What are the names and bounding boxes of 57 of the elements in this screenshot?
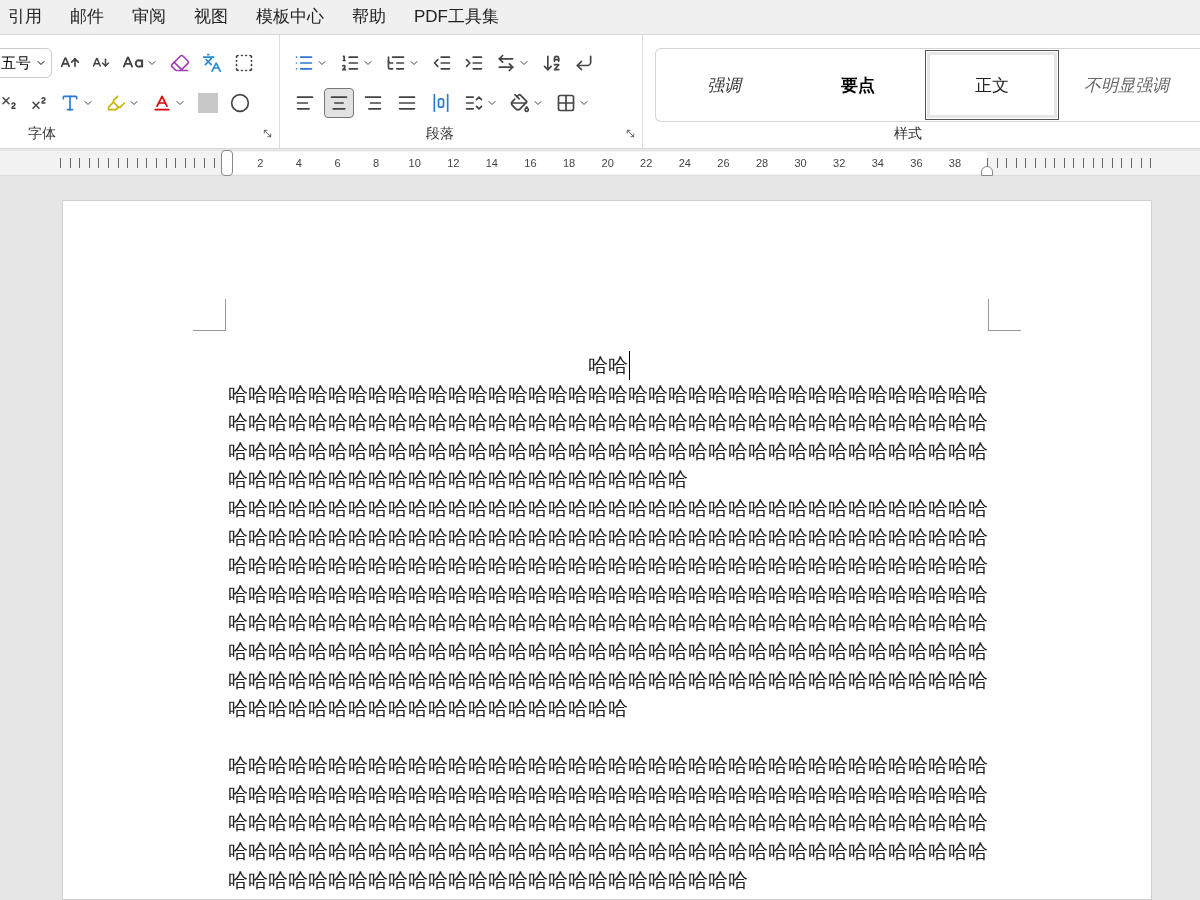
- phonetic-guide-icon: [202, 53, 222, 74]
- ruler-number: 10: [407, 155, 422, 171]
- ruler-number: 30: [793, 155, 808, 171]
- menu-tab[interactable]: 视图: [194, 4, 228, 30]
- ruler-number: 2: [256, 155, 265, 171]
- dialog-launcher-icon[interactable]: [625, 127, 636, 139]
- body-paragraph: 哈哈哈哈哈哈哈哈哈哈哈哈哈哈哈哈哈哈哈哈哈哈哈哈哈哈哈哈哈哈哈哈哈哈哈哈哈哈哈哈哈哈哈哈哈哈哈哈哈哈哈哈哈哈哈哈哈哈哈哈哈哈哈哈哈哈哈哈哈哈哈哈哈哈哈哈哈哈哈哈哈哈哈哈哈哈哈哈哈哈哈哈哈哈哈哈哈哈哈哈哈哈哈哈哈哈哈哈哈哈哈哈哈哈哈哈哈哈哈哈哈哈哈哈哈哈哈哈哈哈哈哈哈哈哈哈哈: [228, 380, 989, 494]
- group-label: 样式: [893, 123, 922, 143]
- header-text: 哈哈: [588, 351, 630, 380]
- menu-tab[interactable]: 邮件: [70, 4, 104, 30]
- ruler-number: 16: [523, 155, 538, 171]
- paragraph-mark-icon: [574, 53, 594, 74]
- body-paragraph: 哈哈哈哈哈哈哈哈哈哈哈哈哈哈哈哈哈哈哈哈哈哈哈哈哈哈哈哈哈哈哈哈哈哈哈哈哈哈哈哈哈哈哈哈哈哈哈哈哈哈哈哈哈哈哈哈哈哈哈哈哈哈哈哈哈哈哈哈哈哈哈哈哈哈哈哈哈哈哈哈哈哈哈哈哈哈哈哈哈哈哈哈哈哈哈哈哈哈哈哈哈哈哈哈哈哈哈哈哈哈哈哈哈哈哈哈哈哈哈哈哈哈哈哈哈哈哈哈哈哈哈哈哈哈哈哈哈哈哈哈哈哈哈哈哈哈哈哈哈哈哈哈哈哈哈哈哈哈哈哈哈哈哈哈哈哈哈哈哈哈哈哈哈哈哈哈哈哈哈哈哈哈哈哈哈哈哈哈哈哈哈哈哈哈哈哈哈哈哈哈哈哈哈哈哈哈哈哈哈哈哈哈哈哈哈哈哈哈哈哈哈哈哈哈哈哈哈哈哈哈哈哈哈哈哈哈哈哈哈哈哈哈哈哈哈哈哈哈哈哈哈哈哈哈哈哈哈哈哈哈哈哈哈哈哈哈哈哈哈哈哈哈哈哈哈哈哈哈哈哈哈哈哈哈哈哈: [228, 494, 989, 723]
- ruler-number: 18: [561, 155, 577, 171]
- highlighter-icon: [106, 93, 126, 114]
- menu-tab[interactable]: 审阅: [132, 4, 166, 30]
- style-option[interactable]: 正文: [925, 50, 1059, 121]
- group-label: 字体: [28, 123, 56, 143]
- ruler-number: 12: [446, 155, 461, 171]
- menu-tab[interactable]: 帮助: [352, 4, 386, 30]
- paint-bucket-icon: [510, 93, 530, 114]
- menu-tab[interactable]: 引用: [8, 4, 42, 30]
- ruler-number: 6: [333, 155, 342, 171]
- style-option[interactable]: 强调: [657, 50, 791, 121]
- margin-corner-mark: [988, 299, 1021, 331]
- menu-tab[interactable]: PDF工具集: [414, 4, 499, 30]
- style-option[interactable]: 不明显强调: [1059, 50, 1193, 121]
- group-label: 段落: [426, 123, 454, 143]
- dialog-launcher-icon[interactable]: [262, 127, 273, 139]
- ruler-number: 38: [947, 155, 963, 171]
- borders-icon: [556, 93, 576, 114]
- text-effect-icon: [60, 93, 80, 114]
- ruler-number: 14: [484, 155, 499, 171]
- font-color-icon: [152, 93, 172, 114]
- body-paragraph: 哈哈哈哈哈哈哈哈哈哈哈哈哈哈哈哈哈哈哈哈哈哈哈哈哈哈哈哈哈哈哈哈哈哈哈哈哈哈哈哈哈哈哈哈哈哈哈哈哈哈哈哈哈哈哈哈哈哈哈哈哈哈哈哈哈哈哈哈哈哈哈哈哈哈哈哈哈哈哈哈哈哈哈哈哈哈哈哈哈哈哈哈哈哈哈哈哈哈哈哈哈哈哈哈哈哈哈哈哈哈哈哈哈哈哈哈哈哈哈哈哈哈哈哈哈哈哈哈哈哈哈哈哈哈哈哈哈哈哈哈哈哈哈哈哈哈哈哈哈哈哈哈哈哈哈哈哈哈哈哈哈哈哈哈哈哈哈哈哈哈哈哈哈哈哈哈哈哈: [228, 752, 989, 894]
- indent-marker[interactable]: [221, 149, 233, 176]
- eraser-icon: [170, 53, 190, 74]
- ruler-number: 34: [870, 155, 885, 171]
- ruler-number: 26: [716, 155, 731, 171]
- ruler-number: 36: [909, 155, 924, 171]
- align-center-button[interactable]: [324, 88, 354, 119]
- indent-marker[interactable]: [981, 165, 993, 176]
- ruler-number: 22: [639, 155, 654, 171]
- sort-icon: [542, 53, 562, 74]
- ruler-number: 20: [600, 155, 615, 171]
- text-direction-icon: [496, 53, 516, 74]
- ruler-number: 8: [372, 155, 381, 171]
- numbered-list-icon: [340, 53, 360, 74]
- ruler-number: 28: [754, 155, 770, 171]
- ruler-number: 4: [294, 155, 303, 171]
- menu-tab[interactable]: 模板中心: [256, 4, 324, 30]
- font-size-dropdown[interactable]: 五号: [0, 48, 52, 79]
- margin-corner-mark: [193, 299, 226, 331]
- ruler-number: 24: [677, 155, 692, 171]
- ruler-number: 32: [832, 155, 847, 171]
- style-option[interactable]: 要点: [791, 50, 925, 121]
- alignment-icon: [431, 93, 451, 114]
